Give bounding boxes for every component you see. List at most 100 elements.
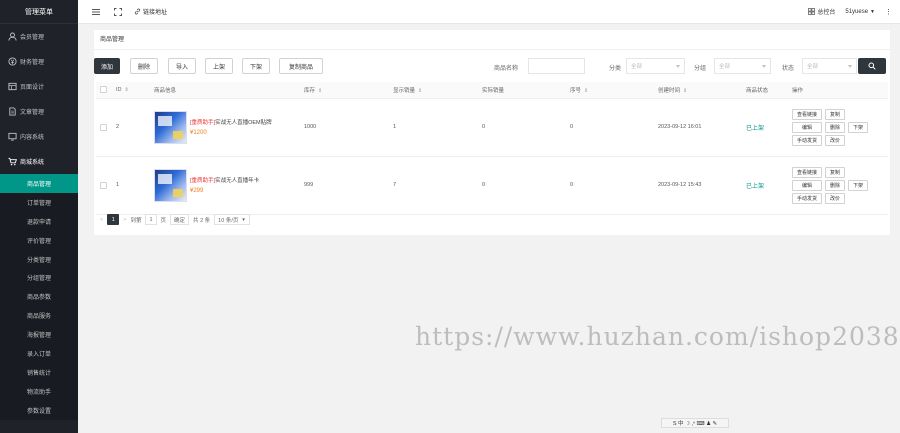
category-value: 全部 — [631, 64, 643, 70]
sidebar-item-articles[interactable]: 文章管理 — [0, 99, 78, 124]
status-select[interactable]: 全部 — [802, 58, 857, 74]
order-cell: 0 — [566, 156, 654, 215]
page-unit-label: 页 — [160, 217, 167, 224]
product-info: [重质助手]实战无人直播年卡 ¥299 — [154, 168, 300, 202]
copy-product-button[interactable]: 复制商品 — [279, 58, 323, 74]
sidebar-item-finance[interactable]: 财务管理 — [0, 49, 78, 74]
table-row: 2 [重质助手]实战无人直播OEM贴牌 ¥1200 1000 1 0 0 202… — [96, 98, 888, 157]
submenu-item-enter-order[interactable]: 录入订单 — [0, 344, 78, 363]
submenu-item-posters[interactable]: 海报管理 — [0, 325, 78, 345]
manual-ship-button[interactable]: 手动发货 — [792, 192, 823, 204]
chevron-down-icon: ▼ — [870, 8, 875, 15]
console-button[interactable]: 总控台 — [808, 7, 835, 16]
total-count: 共 2 条 — [193, 217, 211, 224]
column-header-stock[interactable]: 库存 ⇕ — [300, 82, 389, 99]
current-page[interactable]: 1 — [107, 214, 120, 225]
change-price-button[interactable]: 改价 — [825, 192, 846, 204]
goto-confirm-button[interactable]: 确定 — [170, 214, 190, 225]
sort-icon: ⇕ — [584, 87, 589, 94]
submenu-item-logistics[interactable]: 物流助手 — [0, 381, 78, 401]
edit-button[interactable]: 编辑 — [792, 121, 823, 133]
fullscreen-icon[interactable] — [114, 7, 122, 16]
submenu-item-refunds[interactable]: 退款申请 — [0, 211, 78, 231]
delete-row-button[interactable]: 删除 — [825, 179, 846, 191]
add-button[interactable]: 添加 — [94, 58, 120, 74]
delete-row-button[interactable]: 删除 — [825, 121, 846, 133]
copy-button[interactable]: 复制 — [825, 108, 846, 120]
unlist-button[interactable]: 下架 — [848, 121, 869, 133]
grid-icon — [808, 8, 816, 15]
created-cell: 2023-09-12 15:43 — [654, 156, 742, 215]
status-badge: 已上架 — [746, 125, 765, 132]
product-title[interactable]: [重质助手]实战无人直播年卡 — [190, 177, 259, 185]
sidebar-item-mall-system[interactable]: 商城系统 — [0, 149, 78, 174]
sidebar-item-label: 页面设计 — [20, 85, 45, 91]
product-name-input[interactable] — [528, 58, 585, 74]
stock-cell: 999 — [300, 156, 389, 215]
sidebar-item-members[interactable]: 会员管理 — [0, 24, 78, 49]
link-address-button[interactable]: 链接地址 — [134, 7, 167, 16]
unlist-button[interactable]: 下架 — [848, 179, 869, 191]
row-checkbox[interactable] — [100, 181, 107, 189]
ime-toolbar[interactable]: S 中 ☽ ,ⁿ ⌨ ♟ ✎ — [661, 418, 729, 428]
submenu-item-sales-stats[interactable]: 销售统计 — [0, 362, 78, 382]
view-link-button[interactable]: 查看链接 — [792, 108, 823, 120]
product-thumbnail[interactable] — [154, 168, 187, 202]
column-header-shown-sales[interactable]: 显示销量 ⇕ — [389, 82, 478, 99]
product-thumbnail[interactable] — [154, 110, 187, 144]
product-name-label: 商品名称 — [494, 66, 519, 72]
group-value: 全部 — [719, 64, 731, 70]
submenu-item-reviews[interactable]: 评价管理 — [0, 230, 78, 250]
product-title[interactable]: [重质助手]实战无人直播OEM贴牌 — [190, 119, 272, 127]
category-select[interactable]: 全部 — [626, 58, 685, 74]
goto-page-input[interactable]: 1 — [145, 214, 157, 225]
sidebar-item-label: 财务管理 — [20, 60, 45, 66]
sidebar: 管理菜单 会员管理 财务管理 页面设计 文章管理 内容系统 商城系统 商品管理 … — [0, 0, 78, 433]
submenu-item-settings[interactable]: 参数设置 — [0, 400, 78, 420]
product-table: ID ⇕ 商品信息 库存 ⇕ 显示销量 ⇕ 实际销量 序号 ⇕ 创建时间 ⇕ 商品状态 操… — [96, 82, 888, 215]
row-id: 2 — [112, 98, 150, 157]
search-button[interactable] — [858, 58, 886, 74]
view-link-button[interactable]: 查看链接 — [792, 166, 823, 178]
more-icon[interactable]: ⋮ — [885, 8, 892, 16]
submenu-item-params[interactable]: 商品参数 — [0, 287, 78, 307]
stock-cell: 1000 — [300, 98, 389, 157]
delete-button[interactable]: 删除 — [130, 58, 158, 74]
sidebar-item-content-system[interactable]: 内容系统 — [0, 124, 78, 149]
submenu-item-groups[interactable]: 分组管理 — [0, 268, 78, 288]
submenu-item-categories[interactable]: 分类管理 — [0, 249, 78, 269]
page-size-select[interactable]: 10 条/页 ▼ — [214, 214, 250, 225]
column-header-id[interactable]: ID ⇕ — [112, 82, 150, 99]
change-price-button[interactable]: 改价 — [825, 134, 846, 146]
product-panel: 商品管理 添加 删除 导入 上架 下架 复制商品 商品名称 分类 全部 分组 全… — [94, 30, 890, 235]
column-header-actual-sales: 实际销量 — [478, 82, 566, 99]
next-page-icon[interactable]: > — [123, 217, 126, 223]
column-header-order[interactable]: 序号 ⇕ — [566, 82, 654, 99]
prev-page-icon[interactable]: < — [100, 217, 103, 223]
submenu-item-services[interactable]: 商品服务 — [0, 306, 78, 326]
sidebar-item-label: 文章管理 — [20, 110, 45, 116]
sort-icon: ⇕ — [418, 87, 423, 94]
sidebar-item-page-design[interactable]: 页面设计 — [0, 74, 78, 99]
select-all-checkbox[interactable] — [100, 86, 107, 94]
sidebar-item-label: 商城系统 — [20, 160, 45, 166]
group-select[interactable]: 全部 — [714, 58, 771, 74]
search-icon — [868, 62, 876, 70]
submenu-item-products[interactable]: 商品管理 — [0, 174, 78, 193]
copy-button[interactable]: 复制 — [825, 166, 846, 178]
row-checkbox[interactable] — [100, 123, 107, 131]
column-header-created[interactable]: 创建时间 ⇕ — [654, 82, 742, 99]
chevron-down-icon — [676, 65, 680, 68]
menu-toggle-icon[interactable] — [92, 8, 100, 16]
sort-icon: ⇕ — [318, 87, 323, 94]
submenu-item-orders[interactable]: 订单管理 — [0, 192, 78, 212]
import-button[interactable]: 导入 — [168, 58, 196, 74]
sidebar-item-label: 会员管理 — [20, 35, 45, 41]
link-address-label: 链接地址 — [143, 10, 168, 16]
edit-button[interactable]: 编辑 — [792, 179, 823, 191]
user-menu[interactable]: 51yuese ▼ — [845, 9, 875, 15]
list-on-shelf-button[interactable]: 上架 — [205, 58, 233, 74]
manual-ship-button[interactable]: 手动发货 — [792, 134, 823, 146]
product-info: [重质助手]实战无人直播OEM贴牌 ¥1200 — [154, 110, 300, 144]
remove-from-shelf-button[interactable]: 下架 — [242, 58, 270, 74]
